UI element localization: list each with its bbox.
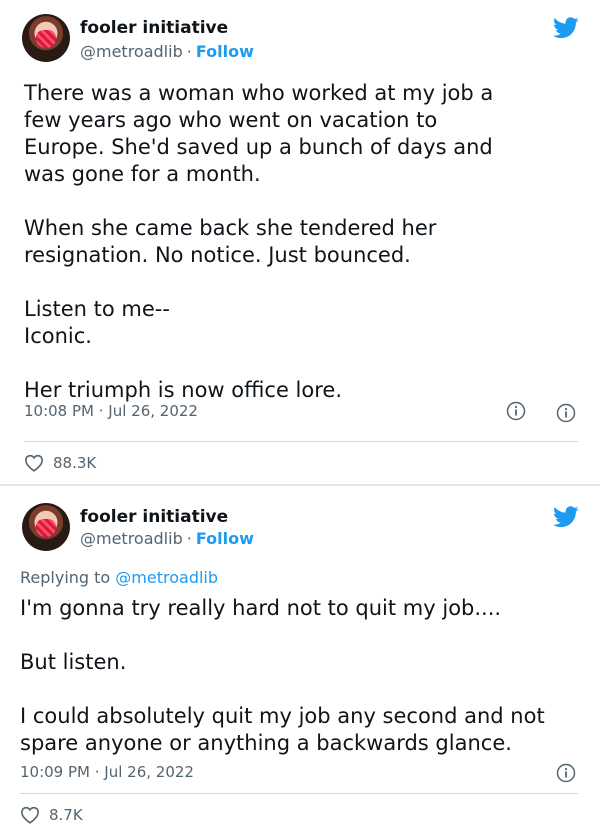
author-handle-row: @metroadlib · Follow xyxy=(80,42,254,61)
like-button[interactable]: 88.3K xyxy=(24,454,96,472)
timestamp[interactable]: 10:08 PM · Jul 26, 2022 xyxy=(24,402,198,420)
heart-icon xyxy=(20,806,40,824)
tweet-line: I could absolutely quit my job any secon… xyxy=(20,704,545,728)
tweet-line-blank xyxy=(24,188,493,215)
tweet-line-blank xyxy=(24,350,493,377)
tweet-line: was gone for a month. xyxy=(24,162,261,186)
tweet-line: resignation. No notice. Just bounced. xyxy=(24,243,411,267)
tweet-line: But listen. xyxy=(20,650,127,674)
replying-to: Replying to @metroadlib xyxy=(20,568,218,587)
tweet-line-blank xyxy=(24,269,493,296)
tweet-line: few years ago who went on vacation to xyxy=(24,108,438,132)
like-count: 8.7K xyxy=(49,806,83,824)
tweet-line: Iconic. xyxy=(24,324,92,348)
tweet-line: Listen to me-- xyxy=(24,297,170,321)
divider xyxy=(20,793,578,794)
tweet-text: I'm gonna try really hard not to quit my… xyxy=(20,595,545,757)
separator-dot: · xyxy=(186,529,192,548)
tweet-line: Her triumph is now office lore. xyxy=(24,378,343,402)
tweet-card: fooler initiative @metroadlib · Follow Rep… xyxy=(0,486,600,839)
tweet-line: When she came back she tendered her xyxy=(24,216,437,240)
tweet-line: There was a woman who worked at my job a xyxy=(24,81,494,105)
tweet-line-blank xyxy=(20,676,545,703)
avatar[interactable] xyxy=(22,14,70,62)
separator-dot: · xyxy=(186,42,192,61)
tweet-line: I'm gonna try really hard not to quit my… xyxy=(20,596,502,620)
twitter-bird-icon[interactable] xyxy=(553,17,579,39)
tweet-text: There was a woman who worked at my job a… xyxy=(24,80,493,404)
replying-to-label: Replying to xyxy=(20,568,111,587)
divider xyxy=(24,441,578,442)
author-handle[interactable]: @metroadlib xyxy=(80,529,183,548)
replying-to-mention[interactable]: @metroadlib xyxy=(115,568,218,587)
author-handle-row: @metroadlib · Follow xyxy=(80,529,254,548)
avatar[interactable] xyxy=(22,503,70,551)
author-handle[interactable]: @metroadlib xyxy=(80,42,183,61)
author-name[interactable]: fooler initiative xyxy=(80,18,228,38)
tweet-line: spare anyone or anything a backwards gla… xyxy=(20,731,512,755)
follow-button[interactable]: Follow xyxy=(196,42,254,61)
info-icon[interactable] xyxy=(556,763,576,783)
tweet-card: fooler initiative @metroadlib · Follow The… xyxy=(0,0,600,484)
tweet-line: Europe. She'd saved up a bunch of days a… xyxy=(24,135,493,159)
like-button[interactable]: 8.7K xyxy=(20,806,83,824)
tweet-line-blank xyxy=(20,622,545,649)
like-count: 88.3K xyxy=(53,454,97,472)
twitter-bird-icon[interactable] xyxy=(553,506,579,528)
follow-button[interactable]: Follow xyxy=(196,529,254,548)
info-icon[interactable] xyxy=(506,401,526,421)
info-icon[interactable] xyxy=(556,403,576,423)
timestamp[interactable]: 10:09 PM · Jul 26, 2022 xyxy=(20,763,194,781)
author-name[interactable]: fooler initiative xyxy=(80,507,228,527)
heart-icon xyxy=(24,454,44,472)
